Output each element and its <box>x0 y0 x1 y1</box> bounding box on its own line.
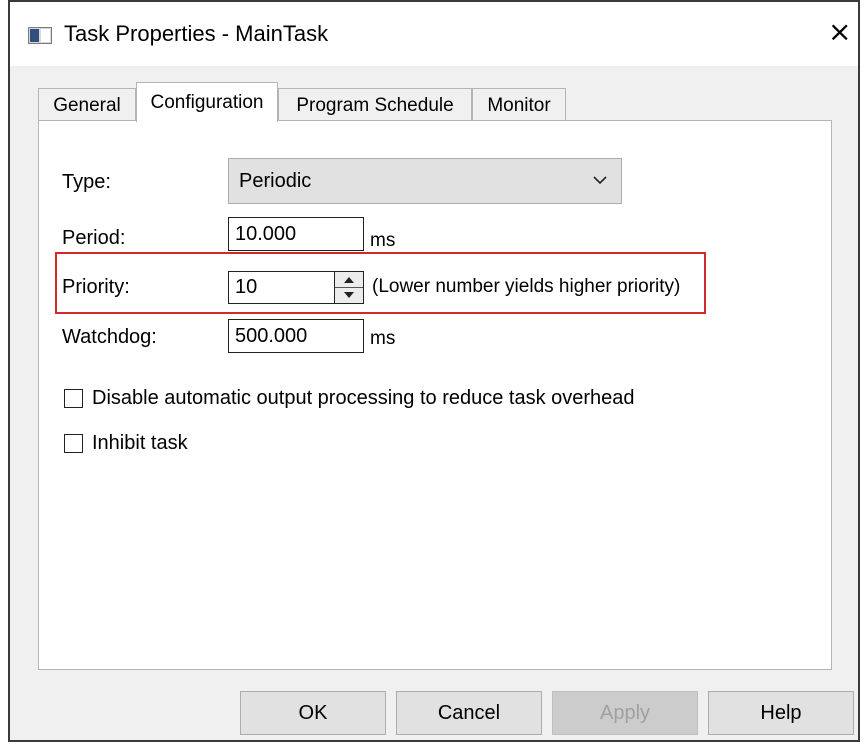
inhibit-task-checkbox[interactable] <box>64 434 83 453</box>
window-title: Task Properties - MainTask <box>64 21 329 46</box>
type-select-value: Periodic <box>239 169 312 192</box>
help-button[interactable]: Help <box>708 691 854 735</box>
task-properties-dialog: Task Properties - MainTask × General Con… <box>8 0 860 742</box>
spin-down-icon[interactable] <box>335 288 363 303</box>
title-bar: Task Properties - MainTask × <box>10 2 858 66</box>
period-unit: ms <box>370 230 396 251</box>
priority-hint: (Lower number yields higher priority) <box>372 276 681 297</box>
tab-program-schedule[interactable]: Program Schedule <box>278 88 472 122</box>
priority-input[interactable]: 10 <box>228 271 336 304</box>
window-app-icon <box>28 27 52 44</box>
chevron-down-icon <box>593 176 607 185</box>
tab-configuration[interactable]: Configuration <box>136 82 278 122</box>
period-input[interactable]: 10.000 <box>228 217 364 251</box>
priority-label: Priority: <box>62 276 130 298</box>
watchdog-input[interactable]: 500.000 <box>228 319 364 353</box>
watchdog-label: Watchdog: <box>62 326 157 348</box>
help-button-label: Help <box>760 701 802 724</box>
cancel-button-label: Cancel <box>437 701 501 724</box>
watchdog-value: 500.000 <box>235 324 308 347</box>
priority-value: 10 <box>235 276 258 298</box>
tab-label: Configuration <box>150 91 264 113</box>
inhibit-task-label[interactable]: Inhibit task <box>92 431 188 455</box>
tab-label: General <box>53 94 121 116</box>
priority-spinner[interactable] <box>334 271 364 304</box>
disable-output-processing-label[interactable]: Disable automatic output processing to r… <box>92 386 635 410</box>
tab-monitor[interactable]: Monitor <box>472 88 566 122</box>
tab-general[interactable]: General <box>38 88 136 122</box>
type-select[interactable]: Periodic <box>228 158 622 204</box>
ok-button-label: OK <box>298 701 328 724</box>
period-value: 10.000 <box>235 222 297 245</box>
tab-label: Monitor <box>487 94 551 116</box>
ok-button[interactable]: OK <box>240 691 386 735</box>
apply-button: Apply <box>552 691 698 735</box>
type-label: Type: <box>62 171 111 193</box>
close-icon[interactable]: × <box>828 18 851 46</box>
cancel-button[interactable]: Cancel <box>396 691 542 735</box>
apply-button-label: Apply <box>599 701 651 724</box>
tab-label: Program Schedule <box>296 94 454 116</box>
period-label: Period: <box>62 227 126 249</box>
disable-output-processing-checkbox[interactable] <box>64 389 83 408</box>
spin-up-icon[interactable] <box>335 272 363 287</box>
watchdog-unit: ms <box>370 328 396 349</box>
